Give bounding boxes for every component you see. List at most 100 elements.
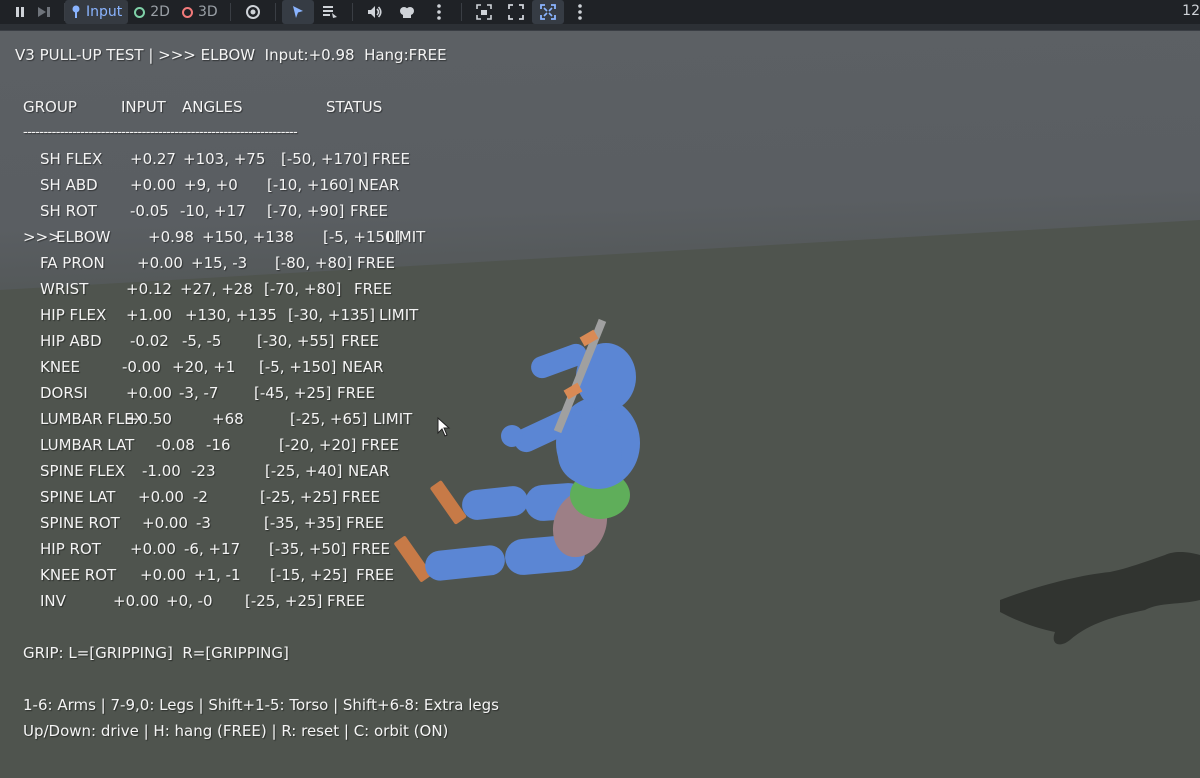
row-angles: -23	[191, 462, 216, 480]
row-status: FREE	[350, 202, 389, 220]
row-range: [-35, +35]	[264, 514, 342, 532]
select-pointer-icon	[292, 6, 303, 18]
more-options-button-2[interactable]	[564, 0, 596, 24]
row-range: [-15, +25]	[270, 566, 348, 584]
help-line-1: 1-6: Arms | 7-9,0: Legs | Shift+1-5: Tor…	[23, 696, 499, 714]
row-input: -1.00	[142, 462, 181, 480]
joint-row: KNEE ROT +0.00 +1, -1 [-15, +25] FREE	[0, 566, 520, 586]
row-group: DORSI	[40, 384, 88, 402]
joint-row: HIP FLEX +1.00 +130, +135 [-30, +135] LIMIT	[0, 306, 520, 326]
header-group: GROUP	[23, 98, 77, 116]
row-input: +0.00	[130, 176, 176, 194]
row-angles: -16	[206, 436, 231, 454]
row-range: [-30, +55]	[257, 332, 335, 350]
row-status: LIMIT	[386, 228, 426, 246]
row-angles: +9, +0	[184, 176, 238, 194]
row-input: +1.00	[126, 306, 172, 324]
row-angles: -3, -7	[179, 384, 219, 402]
row-group: ELBOW	[56, 228, 111, 246]
mute-button[interactable]	[391, 0, 423, 24]
joint-row: >>> ELBOW +0.98 +150, +138 [-5, +150] LIMIT	[0, 228, 520, 248]
fullscreen-button[interactable]	[500, 0, 532, 24]
row-group: FA PRON	[40, 254, 105, 272]
row-group: SH FLEX	[40, 150, 103, 168]
visibility-icon	[245, 5, 260, 19]
toolbar-divider	[229, 3, 231, 21]
mode-3d-toggle[interactable]: 3D	[176, 0, 224, 24]
pause-icon	[16, 7, 24, 17]
row-group: SPINE ROT	[40, 514, 120, 532]
help-line-2: Up/Down: drive | H: hang (FREE) | R: res…	[23, 722, 449, 740]
header-angles: ANGLES	[182, 98, 243, 116]
pause-button[interactable]	[10, 0, 30, 24]
camera-button[interactable]	[468, 0, 500, 24]
step-button[interactable]	[30, 0, 58, 24]
row-status: FREE	[354, 280, 393, 298]
row-input: +0.00	[113, 592, 159, 610]
joint-row: KNEE -0.00 +20, +1 [-5, +150] NEAR	[0, 358, 520, 378]
row-range: [-25, +25]	[245, 592, 323, 610]
list-icon	[322, 6, 337, 18]
row-status: LIMIT	[373, 410, 413, 428]
row-range: [-70, +90]	[267, 202, 345, 220]
row-input: +0.00	[140, 566, 186, 584]
row-group: SH ABD	[40, 176, 98, 194]
input-mode-label: Input	[86, 4, 123, 20]
header-divider: ----------------------------------------…	[23, 125, 298, 140]
row-angles: +0, -0	[166, 592, 213, 610]
select-button[interactable]	[281, 0, 314, 24]
row-status: NEAR	[342, 358, 384, 376]
row-input: +0.98	[148, 228, 194, 246]
joint-row: FA PRON +0.00 +15, -3 [-80, +80] FREE	[0, 254, 520, 274]
debug-hud: V3 PULL-UP TEST | >>> ELBOW Input:+0.98 …	[0, 31, 520, 778]
game-viewport[interactable]: V3 PULL-UP TEST | >>> ELBOW Input:+0.98 …	[0, 31, 1200, 778]
row-input: +0.00	[130, 540, 176, 558]
row-input: -0.08	[156, 436, 195, 454]
row-angles: +130, +135	[185, 306, 277, 324]
input-mode-toggle[interactable]: Input	[65, 0, 129, 24]
hand-left	[532, 358, 550, 376]
joint-row: LUMBAR LAT -0.08 -16 [-20, +20] FREE	[0, 436, 520, 456]
row-input: +0.00	[142, 514, 188, 532]
row-status: FREE	[356, 566, 395, 584]
grip-status: GRIP: L=[GRIPPING] R=[GRIPPING]	[23, 644, 289, 662]
row-status: FREE	[372, 150, 411, 168]
mode-3d-label: 3D	[197, 4, 218, 20]
joint-row: HIP ROT +0.00 -6, +17 [-35, +50] FREE	[0, 540, 520, 560]
audio-button[interactable]	[359, 0, 391, 24]
visibility-button[interactable]	[237, 0, 269, 24]
expand-icon	[539, 4, 556, 20]
joint-row: SH ABD +0.00 +9, +0 [-10, +160] NEAR	[0, 176, 520, 196]
more-options-button[interactable]	[423, 0, 455, 24]
mode-2d-label: 2D	[150, 4, 170, 20]
row-input: -0.05	[130, 202, 169, 220]
toolbar-divider	[460, 3, 462, 21]
fullscreen-icon	[507, 4, 524, 20]
list-button[interactable]	[314, 0, 346, 24]
joint-row: INV +0.00 +0, -0 [-25, +25] FREE	[0, 592, 520, 612]
more-icon	[436, 4, 441, 20]
row-status: FREE	[327, 592, 366, 610]
row-angles: +1, -1	[194, 566, 241, 584]
row-input: +0.00	[138, 488, 184, 506]
row-range: [-5, +150]	[259, 358, 337, 376]
more-icon	[577, 4, 582, 20]
toolbar-divider	[274, 3, 276, 21]
row-angles: -3	[196, 514, 211, 532]
shoulder	[558, 425, 622, 485]
row-group: HIP ABD	[40, 332, 102, 350]
row-group: INV	[40, 592, 66, 610]
expand-button[interactable]	[531, 0, 564, 24]
row-range: [-30, +135]	[288, 306, 375, 324]
row-status: FREE	[342, 488, 381, 506]
row-range: [-25, +40]	[265, 462, 343, 480]
mute-icon	[399, 7, 414, 18]
row-group: LUMBAR LAT	[40, 436, 135, 454]
row-range: [-35, +50]	[269, 540, 347, 558]
row-range: [-20, +20]	[279, 436, 357, 454]
row-status: FREE	[337, 384, 376, 402]
ring-3d-icon	[181, 6, 193, 18]
row-group: HIP FLEX	[40, 306, 107, 324]
mode-2d-toggle[interactable]: 2D	[128, 0, 176, 24]
joint-row: SPINE FLEX -1.00 -23 [-25, +40] NEAR	[0, 462, 520, 482]
